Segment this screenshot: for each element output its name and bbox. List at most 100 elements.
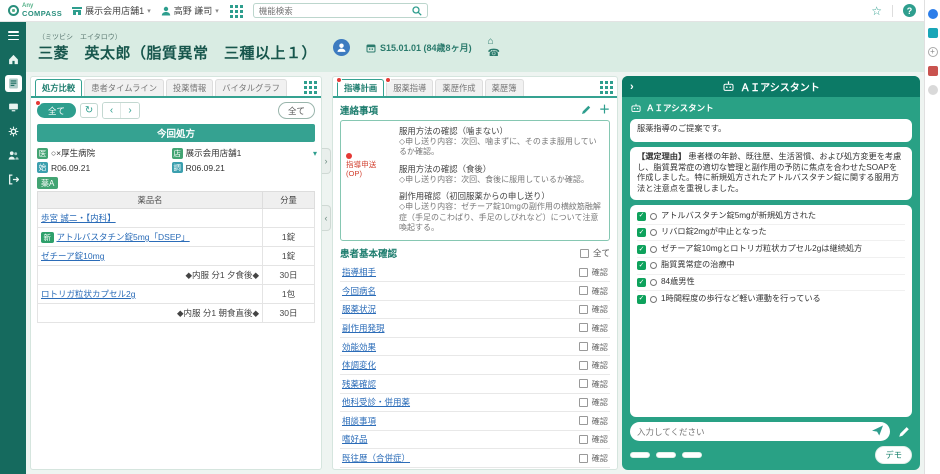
ai-compose-icon[interactable]	[896, 424, 912, 440]
tab[interactable]: バイタルグラフ	[215, 79, 287, 96]
tab[interactable]: 患者タイムライン	[84, 79, 164, 96]
confirm-item-link[interactable]: 服薬状況	[342, 303, 376, 315]
radio-circle-icon[interactable]	[650, 213, 657, 220]
ai-action-button[interactable]	[656, 452, 676, 458]
confirm-checkbox[interactable]	[579, 286, 588, 295]
confirm-checkbox[interactable]	[579, 268, 588, 277]
table-row[interactable]: ゼチーア錠10mg 1錠	[38, 247, 315, 266]
confirm-checkbox[interactable]	[579, 454, 588, 463]
expand-panel-handle[interactable]: ›	[322, 148, 331, 174]
confirm-item-link[interactable]: 既往歴（合併症）	[342, 452, 410, 464]
panel-grid-icon[interactable]	[303, 80, 317, 94]
table-row[interactable]: ◆内服 分1 朝食直後◆ 30日	[38, 304, 315, 323]
collapse-panel-handle[interactable]: ‹	[322, 205, 331, 231]
drug-name[interactable]: ロトリガ粒状カプセル2g	[41, 289, 135, 299]
confirm-item-link[interactable]: 効能効果	[342, 341, 376, 353]
patient-avatar[interactable]	[333, 39, 350, 56]
confirm-item-link[interactable]: 他科受診・併用薬	[342, 396, 410, 408]
radio-circle-icon[interactable]	[650, 296, 657, 303]
prev-icon[interactable]: ‹	[103, 103, 121, 118]
radio-circle-icon[interactable]	[650, 229, 657, 236]
monitor-icon[interactable]	[5, 99, 22, 116]
tab[interactable]: 投薬情報	[166, 79, 213, 96]
settings-gear-icon[interactable]	[5, 123, 22, 140]
radio-circle-icon[interactable]	[650, 279, 657, 286]
confirm-checkbox[interactable]	[579, 416, 588, 425]
store-chip: 店	[172, 148, 183, 159]
chevron-down-icon[interactable]: ▾	[313, 149, 319, 158]
phone-icon[interactable]: ☎	[488, 48, 500, 59]
drug-name[interactable]: アトルバスタチン錠5mg「DSEP」	[57, 232, 190, 242]
confirm-item-link[interactable]: 残薬確認	[342, 378, 376, 390]
confirm-item-link[interactable]: 体調変化	[342, 359, 376, 371]
confirm-checkbox[interactable]	[579, 435, 588, 444]
home-address-icon[interactable]: ⌂	[488, 36, 500, 47]
prescription-meta: 医 ○×厚生病院 店 展示会用店舗1 ▾ 始 R06.09.21 調 R06.0…	[31, 144, 321, 175]
store-selector[interactable]: 展示会用店舗1 ▾	[72, 4, 151, 17]
app-grid-icon[interactable]	[229, 4, 243, 18]
logout-icon[interactable]	[5, 171, 22, 188]
tab[interactable]: 服薬指導	[386, 79, 433, 96]
prescription-icon[interactable]	[5, 75, 22, 92]
table-row[interactable]: ロトリガ粒状カプセル2g 1包	[38, 285, 315, 304]
drug-name[interactable]: ◆内服 分1 朝食直後◆	[177, 308, 259, 318]
filter-all-label: 全て	[48, 106, 65, 116]
check-all-checkbox[interactable]	[580, 249, 589, 258]
checked-icon[interactable]: ✓	[637, 295, 646, 304]
collections-icon[interactable]	[928, 66, 938, 76]
add-note-icon[interactable]: ＋	[599, 105, 610, 116]
panel-grid-icon[interactable]	[599, 80, 613, 94]
demo-button[interactable]: デモ	[875, 446, 912, 464]
drug-name[interactable]: 歩宮 誠二・【内科】	[41, 213, 116, 223]
search-icon[interactable]	[412, 6, 422, 16]
edit-pencil-icon[interactable]	[581, 105, 591, 115]
help-icon[interactable]: ?	[903, 4, 916, 17]
drug-name[interactable]: ◆内服 分1 夕食後◆	[185, 270, 259, 280]
next-icon[interactable]: ›	[121, 103, 139, 118]
filter-all-button[interactable]: 全て	[37, 103, 76, 118]
chat-icon[interactable]	[928, 28, 938, 38]
user-menu[interactable]: 高野 謙司 ▾	[161, 4, 219, 17]
ai-action-button[interactable]	[682, 452, 702, 458]
radio-circle-icon[interactable]	[650, 246, 657, 253]
confirm-checkbox[interactable]	[579, 342, 588, 351]
confirm-item-link[interactable]: 副作用発現	[342, 322, 385, 334]
add-icon[interactable]: +	[928, 47, 938, 57]
home-icon[interactable]	[5, 51, 22, 68]
drug-name[interactable]: ゼチーア錠10mg	[41, 251, 104, 261]
tab[interactable]: 指導計画	[337, 79, 384, 96]
confirm-item-link[interactable]: 相談事項	[342, 415, 376, 427]
ai-chat-input[interactable]	[637, 427, 872, 437]
table-row[interactable]: 新アトルバスタチン錠5mg「DSEP」 1錠	[38, 228, 315, 247]
refresh-icon[interactable]: ↻	[80, 103, 98, 118]
confirm-item-link[interactable]: 指導相手	[342, 266, 376, 278]
checked-icon[interactable]: ✓	[637, 245, 646, 254]
menu-icon[interactable]	[5, 27, 22, 44]
copilot-icon[interactable]	[928, 9, 938, 19]
tab[interactable]: 処方比較	[35, 79, 82, 96]
ai-action-button[interactable]	[630, 452, 650, 458]
show-all-button[interactable]: 全て	[278, 102, 315, 119]
checked-icon[interactable]: ✓	[637, 212, 646, 221]
favorite-star-icon[interactable]: ☆	[871, 5, 882, 17]
search-input[interactable]	[259, 6, 412, 16]
confirm-checkbox[interactable]	[579, 398, 588, 407]
confirm-checkbox[interactable]	[579, 323, 588, 332]
confirm-checkbox[interactable]	[579, 379, 588, 388]
more-tools-icon[interactable]	[928, 85, 938, 95]
confirm-item-link[interactable]: 嗜好品	[342, 433, 368, 445]
checked-icon[interactable]: ✓	[637, 261, 646, 270]
expand-panel-icon[interactable]: ›	[630, 81, 634, 93]
tab[interactable]: 薬歴作成	[435, 79, 482, 96]
checked-icon[interactable]: ✓	[637, 228, 646, 237]
confirm-checkbox[interactable]	[579, 361, 588, 370]
tab[interactable]: 薬歴簿	[485, 79, 524, 96]
send-icon[interactable]	[872, 425, 883, 438]
table-row[interactable]: 歩宮 誠二・【内科】	[38, 209, 315, 228]
checked-icon[interactable]: ✓	[637, 278, 646, 287]
table-row[interactable]: ◆内服 分1 夕食後◆ 30日	[38, 266, 315, 285]
confirm-item-link[interactable]: 今回病名	[342, 285, 376, 297]
radio-circle-icon[interactable]	[650, 262, 657, 269]
confirm-checkbox[interactable]	[579, 305, 588, 314]
users-icon[interactable]	[5, 147, 22, 164]
